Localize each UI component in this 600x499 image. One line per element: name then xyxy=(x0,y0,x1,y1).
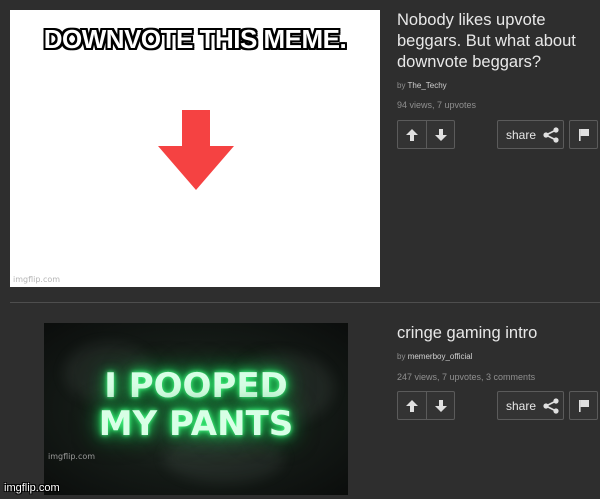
flag-icon xyxy=(578,128,589,141)
post-title[interactable]: cringe gaming intro xyxy=(397,323,592,344)
up-arrow-icon xyxy=(406,399,418,412)
post-stats: 247 views, 7 upvotes, 3 comments xyxy=(397,372,536,382)
page-watermark: imgflip.com xyxy=(4,482,60,494)
post-title[interactable]: Nobody likes upvote beggars. But what ab… xyxy=(397,10,592,73)
image-watermark: imgflip.com xyxy=(48,452,96,461)
share-button[interactable]: share xyxy=(497,120,564,149)
share-icon xyxy=(543,126,559,143)
up-arrow-icon xyxy=(406,128,418,141)
flag-button[interactable] xyxy=(569,120,598,149)
vote-group xyxy=(397,391,455,420)
by-label: by xyxy=(397,81,406,90)
image-watermark: imgflip.com xyxy=(13,275,61,284)
upvote-button[interactable] xyxy=(398,121,426,148)
post-item: DOWNVOTE THIS MEME. imgflip.com Nobody l… xyxy=(0,0,600,300)
glow-text-line-2: MY PANTS xyxy=(98,404,294,444)
author-link[interactable]: The_Techy xyxy=(408,81,447,90)
down-arrow-icon xyxy=(434,128,447,141)
down-arrow-icon xyxy=(434,399,447,412)
post-divider xyxy=(10,302,600,303)
meme-image[interactable]: I POOPED MY PANTS xyxy=(44,323,348,495)
post-stats: 94 views, 7 upvotes xyxy=(397,100,477,110)
post-item: I POOPED MY PANTS cringe gaming intro by… xyxy=(0,305,600,499)
meme-image[interactable]: DOWNVOTE THIS MEME. imgflip.com xyxy=(10,10,380,287)
share-icon xyxy=(543,397,559,414)
author-link[interactable]: memerboy_official xyxy=(408,352,473,361)
by-label: by xyxy=(397,352,406,361)
downvote-button[interactable] xyxy=(426,121,454,148)
post-byline: by The_Techy xyxy=(397,81,447,90)
meme-caption: DOWNVOTE THIS MEME. xyxy=(43,24,347,54)
share-label: share xyxy=(506,398,537,413)
post-byline: by memerboy_official xyxy=(397,352,472,361)
downvote-button[interactable] xyxy=(426,392,454,419)
flag-button[interactable] xyxy=(569,391,598,420)
down-arrow-icon xyxy=(158,110,234,190)
vote-group xyxy=(397,120,455,149)
upvote-button[interactable] xyxy=(398,392,426,419)
share-button[interactable]: share xyxy=(497,391,564,420)
share-label: share xyxy=(506,127,537,142)
flag-icon xyxy=(578,399,589,412)
glow-text-line-1: I POOPED xyxy=(104,366,288,406)
